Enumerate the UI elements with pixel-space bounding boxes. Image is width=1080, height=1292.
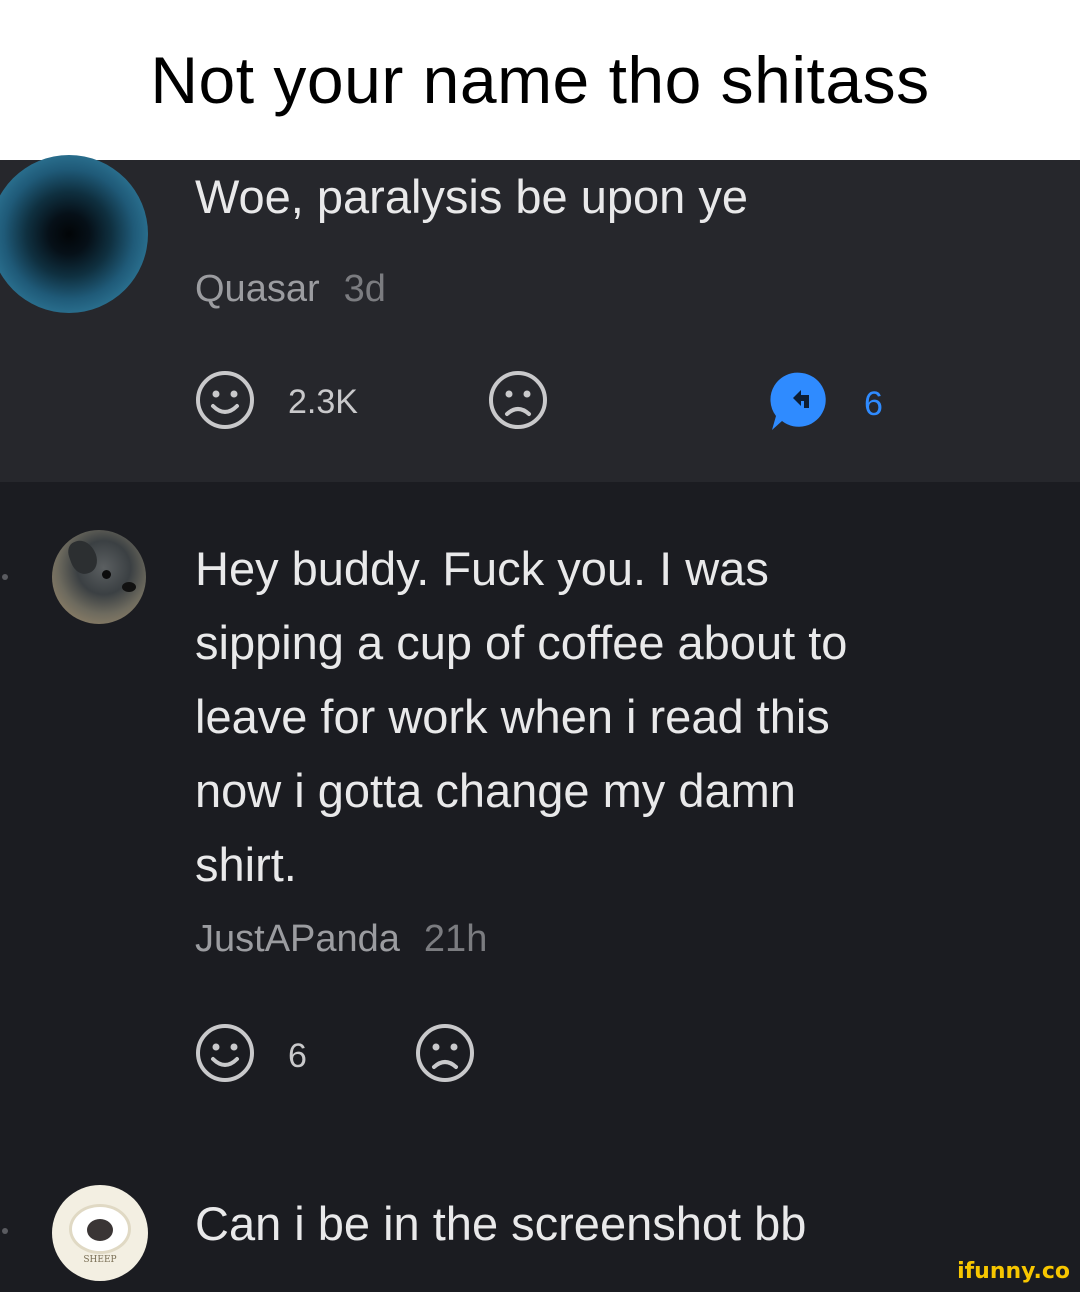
- avatar[interactable]: [0, 155, 148, 313]
- comment-meta: JustAPanda 21h: [195, 918, 487, 961]
- comment-text-line: now i gotta change my damn: [195, 764, 796, 817]
- avatar[interactable]: SHEEP: [52, 1185, 148, 1281]
- comment-text-line: Hey buddy. Fuck you. I was: [195, 542, 769, 595]
- avatar-label: SHEEP: [83, 1255, 117, 1265]
- reply-icon[interactable]: [768, 368, 832, 432]
- ifunny-watermark: ifunny.co: [957, 1259, 1070, 1284]
- thread-line-dot: [2, 574, 8, 580]
- comment-text-line: leave for work when i read this: [195, 690, 830, 743]
- comment-text: Woe, paralysis be upon ye: [195, 170, 749, 223]
- smile-icon[interactable]: [193, 1021, 257, 1085]
- author-name[interactable]: Quasar: [195, 268, 320, 310]
- comment-text: Can i be in the screenshot bb: [195, 1197, 807, 1250]
- author-name[interactable]: JustAPanda: [195, 918, 400, 960]
- comment-meta: Quasar 3d: [195, 268, 386, 311]
- timestamp: 21h: [423, 918, 488, 960]
- thread-line-dot: [2, 1228, 8, 1234]
- frown-icon[interactable]: [486, 368, 550, 432]
- comment-quasar: Woe, paralysis be upon ye Quasar 3d 2.3K …: [0, 155, 1080, 482]
- like-count: 6: [288, 1037, 307, 1075]
- timestamp: 3d: [343, 268, 386, 310]
- avatar[interactable]: [52, 530, 146, 624]
- smile-icon[interactable]: [193, 368, 257, 432]
- like-count: 2.3K: [288, 383, 358, 421]
- frown-icon[interactable]: [413, 1021, 477, 1085]
- reply-count: 6: [864, 385, 883, 423]
- comment-text-line: shirt.: [195, 838, 297, 891]
- comment-text-line: sipping a cup of coffee about to: [195, 616, 848, 669]
- meme-caption: Not your name tho shitass: [0, 0, 1080, 160]
